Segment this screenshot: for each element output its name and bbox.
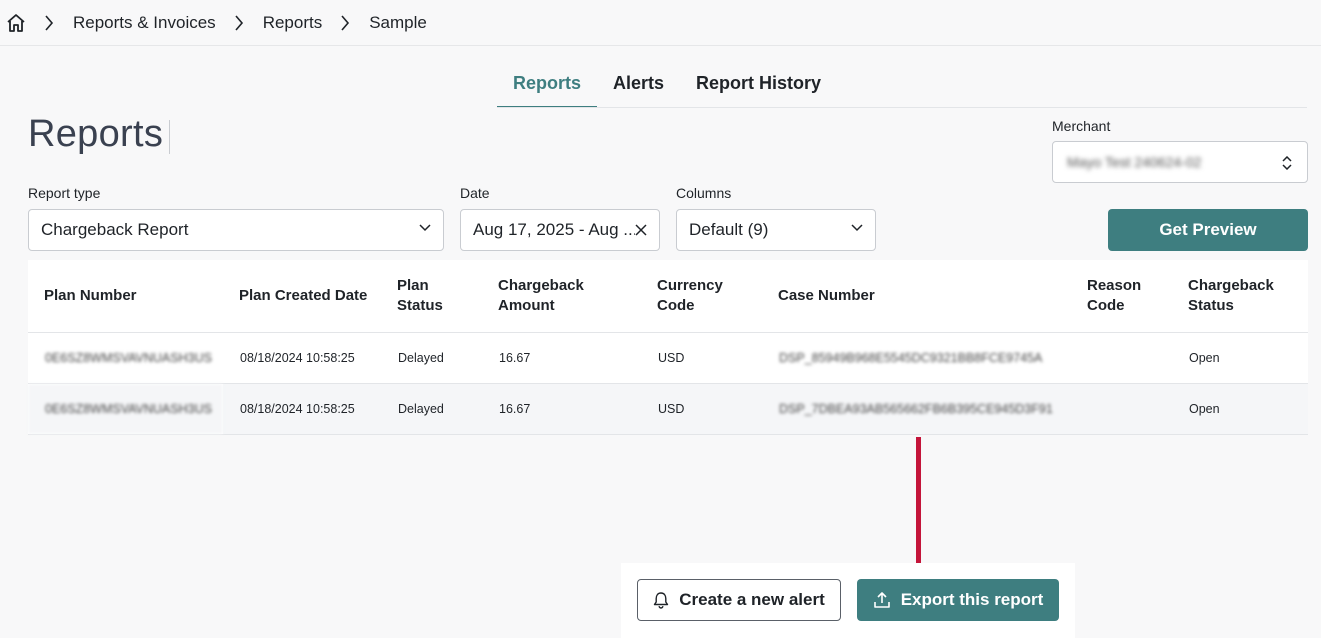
plan-status-cell: Delayed	[381, 383, 482, 435]
column-header[interactable]: Plan Status	[381, 260, 482, 333]
tab-alerts[interactable]: Alerts	[597, 64, 680, 108]
chevron-right-icon	[44, 14, 58, 31]
breadcrumb: Reports & Invoices Reports Sample	[0, 0, 1321, 46]
plan-created-date-cell: 08/18/2024 10:58:25	[223, 383, 381, 435]
tab-report-history[interactable]: Report History	[680, 64, 837, 108]
report-table: Plan Number Plan Created Date Plan Statu…	[28, 260, 1308, 435]
home-icon[interactable]	[6, 13, 26, 33]
tab-divider	[497, 107, 1307, 108]
merchant-select[interactable]: Mayo Test 240624-02	[1052, 141, 1308, 183]
column-header[interactable]: Currency Code	[641, 260, 762, 333]
column-header[interactable]: Case Number	[762, 260, 1071, 333]
title-divider	[169, 120, 170, 154]
page: Reports & Invoices Reports Sample Report…	[0, 0, 1321, 638]
columns-label: Columns	[676, 185, 732, 201]
chargeback-status-cell: Open	[1172, 383, 1308, 435]
table-row[interactable]: 0E6SZ8WMSVAVNUASH3US 08/18/2024 10:58:25…	[28, 332, 1308, 384]
case-number-cell: DSP_85949B968E5545DC9321BB8FCE9745A	[762, 332, 1071, 384]
column-header[interactable]: Plan Created Date	[223, 260, 381, 333]
tab-reports[interactable]: Reports	[497, 64, 598, 108]
columns-select[interactable]: Default (9)	[676, 209, 876, 251]
chevron-down-icon	[419, 224, 431, 236]
merchant-label: Merchant	[1052, 118, 1111, 134]
column-header[interactable]: Reason Code	[1071, 260, 1172, 333]
reason-code-cell	[1071, 383, 1172, 435]
page-title: Reports	[28, 113, 164, 155]
report-type-select[interactable]: Chargeback Report	[28, 209, 444, 251]
export-report-label: Export this report	[900, 590, 1044, 609]
reason-code-cell	[1071, 332, 1172, 384]
currency-code-cell: USD	[641, 332, 762, 384]
close-icon[interactable]	[635, 224, 647, 236]
get-preview-button[interactable]: Get Preview	[1108, 209, 1308, 251]
chargeback-amount-cell: 16.67	[482, 383, 641, 435]
report-type-label: Report type	[28, 185, 101, 201]
column-header[interactable]: Chargeback Amount	[482, 260, 641, 333]
table-row[interactable]: 0E6SZ8WMSVAVNUASH3US 08/18/2024 10:58:25…	[28, 383, 1308, 435]
case-number-text: DSP_7DBEA93AB565662FB6B395CE945D3F91	[779, 401, 1053, 416]
upload-icon	[873, 591, 891, 609]
date-picker[interactable]: Aug 17, 2025 - Aug ...	[460, 209, 660, 251]
plan-number-cell: 0E6SZ8WMSVAVNUASH3US	[28, 383, 223, 435]
report-type-value: Chargeback Report	[41, 220, 189, 239]
breadcrumb-reports[interactable]: Reports	[263, 13, 323, 33]
date-label: Date	[460, 185, 490, 201]
table-header-row: Plan Number Plan Created Date Plan Statu…	[28, 260, 1308, 333]
annotation-arrow	[916, 437, 921, 571]
create-alert-label: Create a new alert	[679, 590, 825, 609]
date-value: Aug 17, 2025 - Aug ...	[473, 220, 635, 239]
column-header[interactable]: Chargeback Status	[1172, 260, 1308, 333]
case-number-text: DSP_85949B968E5545DC9321BB8FCE9745A	[779, 350, 1043, 365]
bell-icon	[653, 591, 669, 609]
chevron-right-icon	[340, 14, 354, 31]
plan-number-cell: 0E6SZ8WMSVAVNUASH3US	[28, 332, 223, 384]
chargeback-amount-cell: 16.67	[482, 332, 641, 384]
case-number-cell: DSP_7DBEA93AB565662FB6B395CE945D3F91	[762, 383, 1071, 435]
chevron-updown-icon	[1281, 156, 1293, 170]
breadcrumb-current: Sample	[369, 12, 427, 32]
chargeback-status-cell: Open	[1172, 332, 1308, 384]
chevron-down-icon	[851, 224, 863, 236]
create-alert-button[interactable]: Create a new alert	[637, 579, 841, 621]
merchant-value: Mayo Test 240624-02	[1067, 154, 1202, 170]
columns-value: Default (9)	[689, 220, 769, 239]
export-report-button[interactable]: Export this report	[857, 579, 1059, 621]
tab-bar: Reports Alerts Report History	[497, 64, 837, 108]
plan-status-cell: Delayed	[381, 332, 482, 384]
plan-created-date-cell: 08/18/2024 10:58:25	[223, 332, 381, 384]
chevron-right-icon	[234, 14, 248, 31]
currency-code-cell: USD	[641, 383, 762, 435]
column-header[interactable]: Plan Number	[28, 260, 223, 333]
breadcrumb-reports-invoices[interactable]: Reports & Invoices	[73, 13, 216, 33]
